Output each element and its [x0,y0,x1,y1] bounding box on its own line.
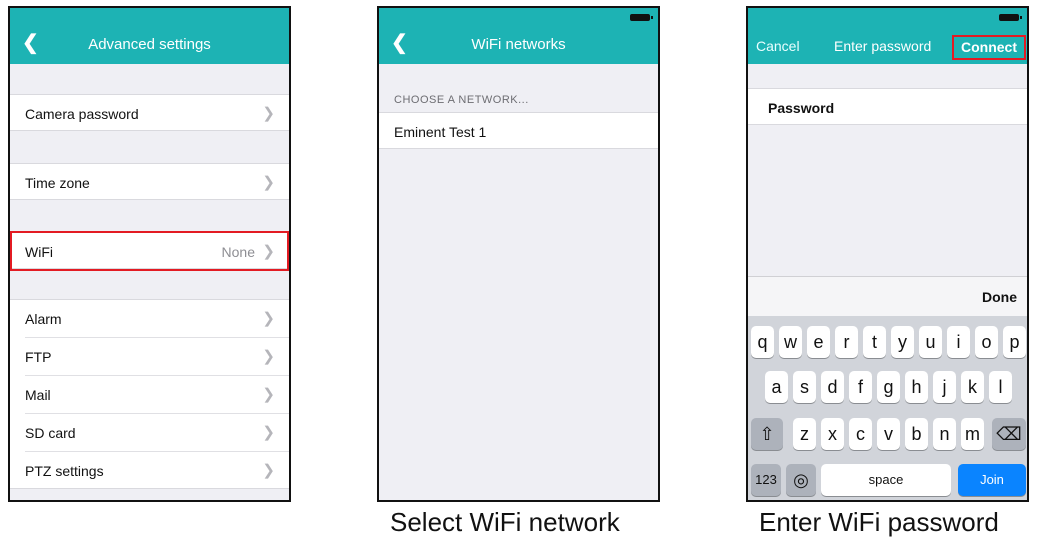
network-item[interactable]: Eminent Test 1 [379,112,658,149]
settings-group: Alarm ❯ FTP ❯ Mail ❯ SD card ❯ PTZ setti… [10,299,289,489]
key-u[interactable]: u [919,326,942,358]
key-a[interactable]: a [765,371,788,403]
key-t[interactable]: t [863,326,886,358]
battery-icon [630,14,653,21]
key-p[interactable]: p [1003,326,1026,358]
enter-password-screen: Cancel Enter password Connect Password D… [746,6,1029,502]
section-header: CHOOSE A NETWORK... [394,94,529,106]
cancel-button[interactable]: Cancel [756,38,800,54]
keyboard: q w e r t y u i o p a s d f g h j k l ⇧ … [748,316,1027,500]
chevron-right-icon: ❯ [262,462,275,479]
key-z[interactable]: z [793,418,816,450]
settings-item-ptz-settings[interactable]: PTZ settings ❯ [10,452,289,489]
key-m[interactable]: m [961,418,984,450]
key-y[interactable]: y [891,326,914,358]
page-title: WiFi networks [471,36,566,53]
settings-item-ftp[interactable]: FTP ❯ [10,338,289,375]
settings-item-mail[interactable]: Mail ❯ [10,376,289,413]
advanced-settings-screen: ❮ Advanced settings Camera password ❯ Ti… [8,6,291,502]
page-title: Enter password [834,38,932,54]
keyboard-toolbar: Done [748,276,1027,316]
key-n[interactable]: n [933,418,956,450]
key-e[interactable]: e [807,326,830,358]
caption-select-wifi: Select WiFi network [390,507,620,537]
key-f[interactable]: f [849,371,872,403]
numbers-key[interactable]: 123 [751,464,781,496]
key-h[interactable]: h [905,371,928,403]
settings-item-time-zone[interactable]: Time zone ❯ [10,163,289,200]
chevron-right-icon: ❯ [262,424,275,441]
key-k[interactable]: k [961,371,984,403]
wifi-networks-screen: ❮ WiFi networks CHOOSE A NETWORK... Emin… [377,6,660,502]
key-s[interactable]: s [793,371,816,403]
nav-bar: Cancel Enter password Connect [748,8,1027,64]
key-d[interactable]: d [821,371,844,403]
key-r[interactable]: r [835,326,858,358]
settings-item-camera-password[interactable]: Camera password ❯ [10,94,289,131]
chevron-right-icon: ❯ [262,310,275,327]
key-i[interactable]: i [947,326,970,358]
key-l[interactable]: l [989,371,1012,403]
key-b[interactable]: b [905,418,928,450]
done-button[interactable]: Done [982,289,1017,305]
chevron-right-icon: ❯ [262,174,275,191]
key-j[interactable]: j [933,371,956,403]
settings-item-alarm[interactable]: Alarm ❯ [10,300,289,337]
key-g[interactable]: g [877,371,900,403]
key-c[interactable]: c [849,418,872,450]
connect-button[interactable]: Connect [952,35,1026,60]
chevron-right-icon: ❯ [262,348,275,365]
battery-icon [999,14,1022,21]
wifi-highlight-box [10,231,289,271]
nav-bar: ❮ WiFi networks [379,8,658,64]
key-x[interactable]: x [821,418,844,450]
nav-bar: ❮ Advanced settings [10,8,289,64]
page-title: Advanced settings [88,36,211,53]
key-q[interactable]: q [751,326,774,358]
caption-enter-password: Enter WiFi password [759,507,999,537]
settings-item-sd-card[interactable]: SD card ❯ [10,414,289,451]
chevron-right-icon: ❯ [262,386,275,403]
join-button[interactable]: Join [958,464,1026,496]
space-key[interactable]: space [821,464,951,496]
key-v[interactable]: v [877,418,900,450]
globe-icon[interactable]: ◎ [786,464,816,496]
key-o[interactable]: o [975,326,998,358]
key-w[interactable]: w [779,326,802,358]
password-field[interactable]: Password [748,88,1027,125]
shift-icon[interactable]: ⇧ [751,418,783,450]
chevron-right-icon: ❯ [262,105,275,122]
backspace-icon[interactable]: ⌫ [992,418,1026,450]
